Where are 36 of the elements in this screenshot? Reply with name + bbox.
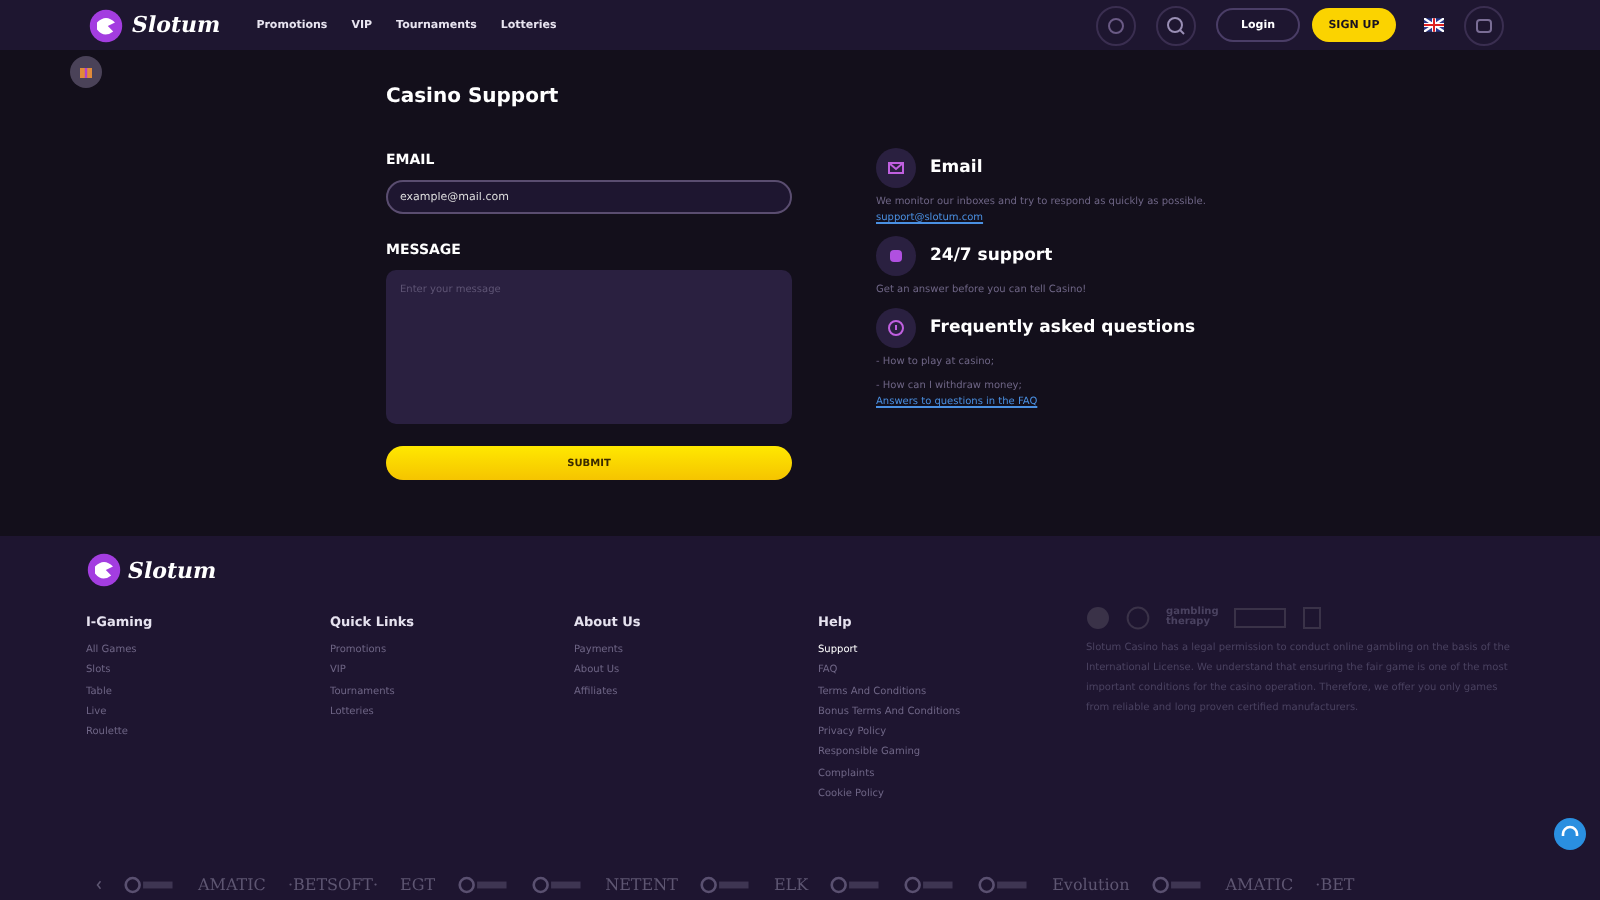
envelope-icon [876,148,916,188]
provider-logo-icon[interactable] [124,876,176,894]
provider-logo[interactable]: ·BETSOFT· [287,876,379,894]
provider-logo-icon[interactable] [830,876,883,894]
chat-icon[interactable] [1464,5,1504,45]
provider-logo[interactable]: ELK [773,876,809,894]
contact-title: Email [930,162,983,174]
logo-icon[interactable] [88,7,124,43]
provider-logo-icon[interactable] [531,876,584,894]
logo-icon[interactable] [86,552,122,588]
provider-logo-icon[interactable] [1151,876,1204,894]
gift-icon[interactable] [70,56,102,88]
flag-icon[interactable] [1424,18,1444,32]
brand-name[interactable]: Slotum [132,12,221,38]
license-badge-icon [1234,608,1286,628]
gc-badge-icon [1302,606,1326,630]
contact-title: 24/7 support [930,250,1053,262]
contact-title: Frequently asked questions [930,322,1196,334]
provider-logo[interactable]: AMATIC [1225,876,1294,894]
provider-logo-icon[interactable] [457,876,510,894]
provider-logo[interactable]: EGT [400,876,436,894]
search-icon[interactable] [1156,5,1196,45]
previous-icon[interactable] [96,880,102,890]
provider-logo-icon[interactable] [904,876,957,894]
question-icon [876,308,916,348]
page-title: Casino Support [386,86,561,108]
provider-logo[interactable]: ·BET [1315,876,1355,894]
provider-logo-icon[interactable] [699,876,752,894]
brand-name[interactable]: Slotum [128,557,217,583]
age-limit-icon [1086,606,1110,630]
provider-logo[interactable]: NETENT [605,876,678,894]
provider-logo[interactable]: AMATIC [198,876,266,894]
seal-icon [1126,606,1150,630]
provider-logo[interactable]: Evolution [1052,876,1130,894]
chat-bubble-icon [876,236,916,276]
provider-logo-icon[interactable] [978,876,1031,894]
